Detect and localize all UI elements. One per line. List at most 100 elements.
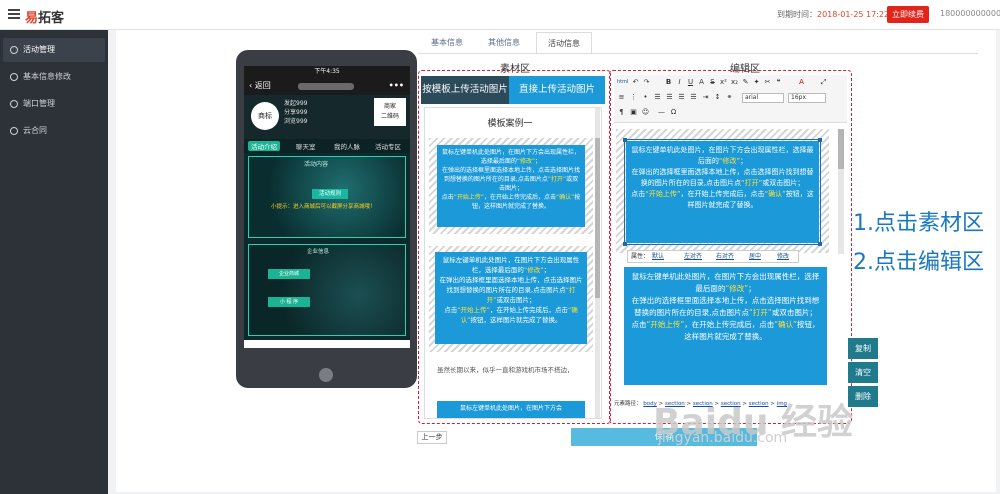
phone-tab-zone[interactable]: 活动专区 [375,141,401,151]
strikethrough-icon[interactable]: S [708,78,717,87]
card-text: ； [543,266,551,274]
tab-activity-info[interactable]: 活动信息 [536,32,592,54]
indent-icon[interactable]: ⇥ [701,93,710,102]
image-selection-box[interactable] [623,138,822,246]
fullscreen-icon[interactable]: ⤢ [819,78,828,87]
menu-icon[interactable] [8,9,20,19]
home-button-icon [319,368,333,382]
list-bullet-icon[interactable]: • [641,93,650,102]
copy-button[interactable]: 复制 [848,338,878,359]
card-highlight: “打开” [547,176,567,183]
company-mall-button[interactable]: 企业商城 [268,269,310,279]
undo-icon[interactable]: ↶ [631,78,640,87]
card-text: ，在开始上传完成后，点击 [489,306,568,314]
resize-handle[interactable] [818,138,822,142]
card-text: 或双击图片； [496,296,536,304]
font-family-select[interactable]: arial [742,93,784,103]
tab-other-info[interactable]: 其他信息 [478,32,530,54]
activity-rules-button[interactable]: 活动规则 [312,189,348,199]
align-left-link[interactable]: 左对齐 [684,251,702,262]
card-text: 点击 [631,320,647,329]
template-card[interactable]: 鼠标左键单机此处图片，在图片下方会出现属性栏，选择最后面的“修改”； 在弹出的选… [435,252,587,344]
align-center-icon[interactable]: ☰ [665,93,674,102]
renew-button[interactable]: 立即续费 [887,6,929,23]
phone-tab-intro[interactable]: 活动介绍 [248,141,280,151]
direct-upload-button[interactable]: 直接上传活动图片 [509,76,605,104]
sidebar-item-label: 端口管理 [23,99,55,108]
emotion-icon[interactable]: ☺ [641,108,650,117]
paragraph-icon[interactable]: ¶ [617,108,626,117]
sidebar: 活动管理 基本信息修改 端口管理 云合同 [0,30,108,494]
align-center-link[interactable]: 居中 [749,251,761,262]
contract-icon [10,127,18,135]
special-char-icon[interactable]: Ω [669,108,678,117]
material-scrollbar[interactable] [595,108,600,418]
phone-title-blurred [298,83,354,90]
bold-icon[interactable]: B [664,78,673,87]
sidebar-item-port[interactable]: 端口管理 [3,92,105,116]
editor-image-card[interactable]: 鼠标左键单机此处图片，在图片下方会出现属性栏，选择最后面的“修改”； 在弹出的选… [624,267,827,385]
annotation-step-2: 2.点击编辑区 [853,250,984,275]
material-area[interactable]: 按模板上传活动图片 直接上传活动图片 模板案例一 鼠标左键单机此处图片，在图片下… [418,70,611,424]
editor-content[interactable]: 鼠标左键单机此处图片，在图片下方会出现属性栏，选择最后面的“修改”； 在弹出的选… [614,125,841,395]
stat-view: 浏览999 [284,118,308,125]
mini-program-button[interactable]: 小 程 序 [268,297,310,307]
sidebar-item-label: 云合同 [23,126,47,135]
template-card[interactable]: 鼠标左键单机此处图片，在图片下方会 [437,401,585,418]
template-upload-button[interactable]: 按模板上传活动图片 [421,76,509,104]
phone-bottom-strip [244,340,410,348]
insertimage-icon[interactable]: ▣ [629,108,638,117]
forecolor-icon[interactable]: A [797,78,806,87]
rowspacing-icon[interactable]: ≡ [617,93,626,102]
phone-status-bar: 下午4:35 [244,66,410,77]
format-painter-icon[interactable]: ✦ [752,78,761,87]
tab-basic-info[interactable]: 基本信息 [421,32,473,54]
template-card[interactable]: 鼠标左键单机此处图片，在图片下方会出现属性栏，选择最后面的“修改”； 在弹出的选… [437,145,585,227]
resize-handle[interactable] [623,242,627,246]
sidebar-item-basic-info[interactable]: 基本信息修改 [3,65,105,89]
blockquote-icon[interactable]: ❝ [774,78,783,87]
activity-content-panel: 活动内容 活动规则 小提示：进入商城后可以截屏分享商城哦！ [248,156,406,238]
align-right-icon[interactable]: ☰ [677,93,686,102]
underline-icon[interactable]: U [686,78,695,87]
card-highlight: “打开” [749,308,772,317]
redo-icon[interactable]: ↷ [642,78,651,87]
sidebar-item-activity[interactable]: 活动管理 [3,38,105,62]
align-left-icon[interactable]: ☰ [653,93,662,102]
sidebar-item-label: 活动管理 [23,45,55,54]
default-link[interactable]: 默认 [652,251,664,262]
italic-icon[interactable]: I [675,78,684,87]
lineheight-icon[interactable]: ↕ [713,93,722,102]
scroll-thumb[interactable] [838,129,844,169]
superscript-icon[interactable]: x² [719,78,728,87]
phone-tab-chat[interactable]: 聊天室 [296,141,316,151]
eraser-icon[interactable]: ✎ [741,78,750,87]
clear-button[interactable]: 清空 [848,362,878,383]
editor-scrollbar[interactable] [838,129,844,254]
resize-handle[interactable] [623,138,627,142]
resize-handle[interactable] [818,242,822,246]
list-ordered-icon[interactable]: ⋮ [629,93,638,102]
font-size-select[interactable]: 16px [788,93,826,103]
material-list[interactable]: 模板案例一 鼠标左键单机此处图片，在图片下方会出现属性栏，选择最后面的“修改”；… [424,107,602,419]
scroll-thumb[interactable] [595,138,600,298]
html-icon[interactable]: html [617,78,628,87]
phone-back-button[interactable]: ‹ 返回 [249,77,271,95]
sidebar-item-contract[interactable]: 云合同 [3,119,105,143]
account-name[interactable]: 1800000000000 [940,9,1000,18]
previous-step-button[interactable]: 上一步 [417,431,447,444]
image-property-bar: 属性： 默认 左对齐 右对齐 居中 修改 [627,250,799,263]
phone-tab-contacts[interactable]: 我的人脉 [334,141,360,151]
subscript-icon[interactable]: x₂ [730,78,739,87]
align-right-link[interactable]: 右对齐 [716,251,734,262]
more-icon[interactable]: ••• [389,77,404,95]
phone-tabs: 活动介绍 聊天室 我的人脉 活动专区 [244,139,410,153]
align-justify-icon[interactable]: ☰ [689,93,698,102]
app-logo[interactable]: 易拓客 [25,7,64,26]
horizontal-rule-icon[interactable]: — [657,108,666,117]
fontborder-icon[interactable]: A [697,78,706,87]
link-icon[interactable]: ⚭ [725,93,734,102]
editor-area[interactable]: html ↶ ↷ B I U A S x² x₂ ✎ ✦ ✂ ❝ A ⤢ ≡ ⋮… [609,70,852,424]
cut-icon[interactable]: ✂ [763,78,772,87]
modify-link[interactable]: 修改 [777,251,789,262]
